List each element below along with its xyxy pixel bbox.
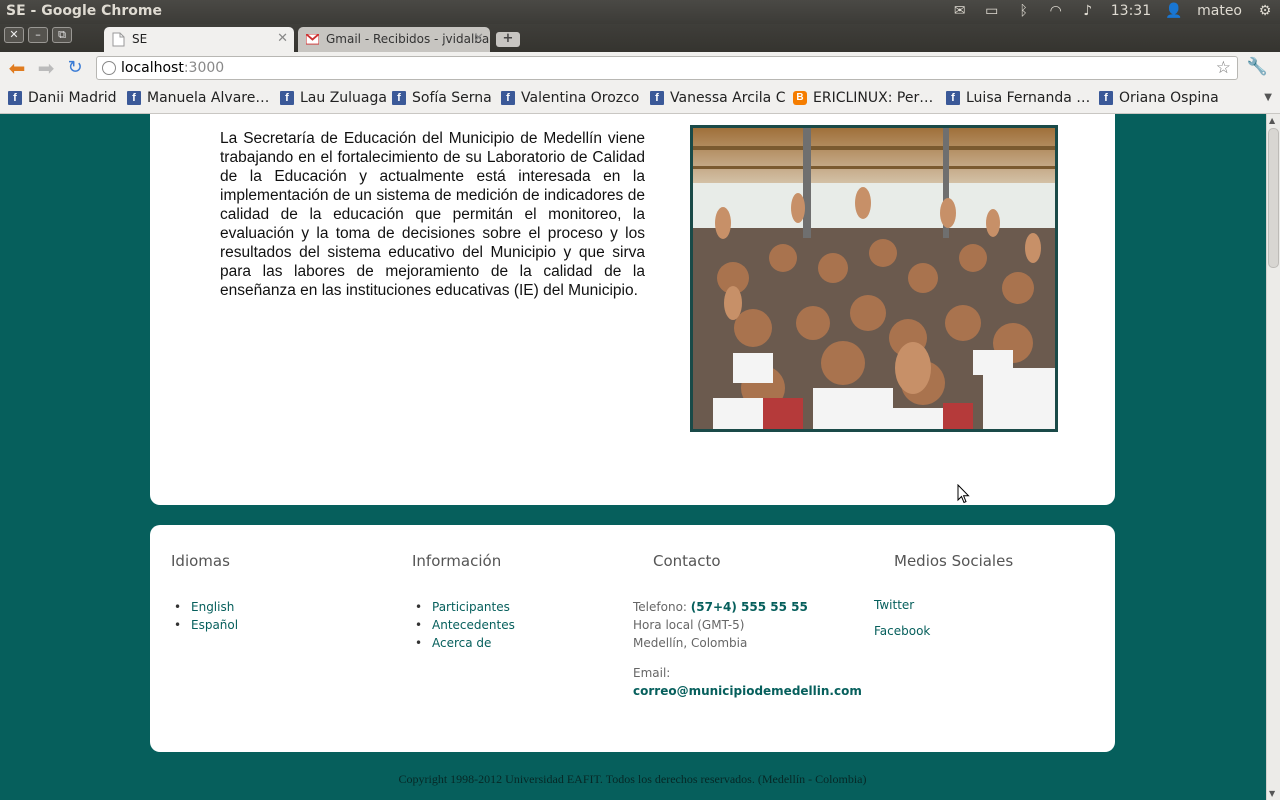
browser-toolbar: ⬅ ➡ ↻ localhost:3000 ☆ 🔧 [0, 52, 1280, 84]
language-list: English Español [171, 598, 238, 634]
tab-label: Gmail - Recibidos - jvidalba [326, 32, 490, 46]
contact-info: Telefono: (57+4) 555 55 55 Hora local (G… [633, 598, 862, 700]
link-english[interactable]: English [191, 600, 234, 614]
volume-icon[interactable]: ♪ [1079, 2, 1097, 20]
battery-icon[interactable]: ▭ [983, 2, 1001, 20]
social-links: Twitter Facebook [874, 598, 1013, 638]
bookmark-item[interactable]: f Lau Zuluaga [280, 90, 387, 106]
footer-column-idiomas: Idiomas English Español [171, 552, 238, 634]
list-item: Español [171, 616, 238, 634]
close-tab-icon[interactable]: ✕ [473, 31, 484, 46]
wifi-icon[interactable]: ◠ [1047, 2, 1065, 20]
facebook-icon: f [127, 91, 141, 105]
email-label: Email: [633, 666, 671, 680]
reload-icon[interactable]: ↻ [64, 57, 86, 79]
link-espanol[interactable]: Español [191, 618, 238, 632]
window-title: SE - Google Chrome [6, 3, 162, 19]
facebook-icon: f [501, 91, 515, 105]
back-arrow-icon[interactable]: ⬅ [6, 57, 28, 79]
copyright-text: Copyright 1998-2012 Universidad EAFIT. T… [398, 772, 867, 786]
phone-label: Telefono: [633, 600, 691, 614]
wrench-menu-icon[interactable]: 🔧 [1247, 57, 1268, 77]
list-item: Participantes [412, 598, 515, 616]
bookmark-item[interactable]: f Luisa Fernanda … [946, 90, 1090, 106]
vertical-scrollbar[interactable]: ▲ ▼ [1266, 114, 1280, 800]
clock[interactable]: 13:31 [1111, 3, 1151, 19]
page-viewport: La Secretaría de Educación del Municipio… [0, 114, 1266, 800]
tab-gmail[interactable]: Gmail - Recibidos - jvidalba ✕ [298, 27, 490, 52]
forward-arrow-icon[interactable]: ➡ [35, 57, 57, 79]
user-name[interactable]: mateo [1197, 3, 1242, 19]
url-host: localhost [121, 60, 184, 76]
tab-strip: ✕ – ⧉ SE ✕ Gmail - Recibidos - jvidalba … [0, 24, 1280, 52]
system-tray: ✉ ▭ ᛒ ◠ ♪ 13:31 👤 mateo ⚙ [951, 2, 1274, 20]
footer-heading-informacion: Información [412, 552, 502, 570]
link-participantes[interactable]: Participantes [432, 600, 510, 614]
page-icon [112, 32, 125, 47]
list-item: Acerca de [412, 634, 515, 652]
bookmark-star-icon[interactable]: ☆ [1216, 58, 1231, 78]
bookmarks-bar: f Danii Madrid f Manuela Alvare… f Lau Zulu… [0, 84, 1280, 114]
address-bar[interactable]: localhost:3000 ☆ [96, 56, 1238, 80]
tab-se[interactable]: SE ✕ [104, 27, 294, 52]
intro-paragraph: La Secretaría de Educación del Municipio… [220, 130, 645, 299]
blogger-icon: B [793, 91, 807, 105]
close-window-button[interactable]: ✕ [4, 27, 24, 43]
scroll-down-icon[interactable]: ▼ [1269, 789, 1275, 798]
bookmark-item[interactable]: f Sofía Serna [392, 90, 492, 106]
email-link[interactable]: correo@municipiodemedellin.com [633, 684, 862, 698]
user-icon: 👤 [1165, 3, 1183, 19]
scroll-thumb[interactable] [1268, 128, 1279, 268]
list-item: Antecedentes [412, 616, 515, 634]
info-list: Participantes Antecedentes Acerca de [412, 598, 515, 652]
bookmark-item[interactable]: f Manuela Alvare… [127, 90, 269, 106]
facebook-icon: f [280, 91, 294, 105]
new-tab-button[interactable]: + [496, 32, 520, 47]
footer-column-social: Medios Sociales Twitter Facebook [874, 552, 1013, 650]
facebook-icon: f [392, 91, 406, 105]
footer-card: Idiomas English Español Información Part… [150, 525, 1115, 752]
link-facebook[interactable]: Facebook [874, 624, 1013, 638]
local-time: Hora local (GMT-5) [633, 618, 745, 632]
bookmark-item[interactable]: f Valentina Orozco [501, 90, 639, 106]
link-twitter[interactable]: Twitter [874, 598, 1013, 612]
facebook-icon: f [946, 91, 960, 105]
list-item: English [171, 598, 238, 616]
footer-column-informacion: Información Participantes Antecedentes A… [412, 552, 515, 652]
phone-number: (57+4) 555 55 55 [690, 600, 808, 614]
facebook-icon: f [1099, 91, 1113, 105]
city: Medellín, Colombia [633, 636, 748, 650]
power-icon[interactable]: ⚙ [1256, 2, 1274, 20]
students-photo-illustration [693, 128, 1055, 429]
scroll-up-icon[interactable]: ▲ [1269, 116, 1275, 125]
chevron-down-icon[interactable]: ▼ [1264, 92, 1272, 103]
close-tab-icon[interactable]: ✕ [277, 31, 288, 46]
tab-label: SE [132, 32, 148, 46]
bookmark-item[interactable]: f Danii Madrid [8, 90, 117, 106]
bluetooth-icon[interactable]: ᛒ [1015, 2, 1033, 20]
restore-window-button[interactable]: ⧉ [52, 27, 72, 43]
gmail-icon [306, 34, 319, 45]
mail-icon[interactable]: ✉ [951, 2, 969, 20]
url-port: :3000 [183, 60, 225, 76]
minimize-window-button[interactable]: – [28, 27, 48, 43]
main-content-card: La Secretaría de Educación del Municipio… [150, 114, 1115, 505]
footer-column-contacto: Contacto Telefono: (57+4) 555 55 55 Hora… [633, 552, 862, 700]
facebook-icon: f [8, 91, 22, 105]
window-controls: ✕ – ⧉ [4, 27, 72, 43]
mouse-cursor-icon [957, 484, 970, 504]
page-info-icon[interactable] [102, 61, 116, 75]
footer-heading-social: Medios Sociales [894, 552, 1014, 570]
bookmark-item[interactable]: f Oriana Ospina [1099, 90, 1219, 106]
facebook-icon: f [650, 91, 664, 105]
link-antecedentes[interactable]: Antecedentes [432, 618, 515, 632]
students-photo [690, 125, 1058, 432]
bookmark-item[interactable]: f Vanessa Arcila C [650, 90, 785, 106]
footer-heading-idiomas: Idiomas [171, 552, 230, 570]
os-top-bar: SE - Google Chrome ✉ ▭ ᛒ ◠ ♪ 13:31 👤 mat… [0, 0, 1280, 24]
link-acerca-de[interactable]: Acerca de [432, 636, 491, 650]
bookmark-item[interactable]: B ERICLINUX: Per… [793, 90, 933, 106]
footer-heading-contacto: Contacto [653, 552, 721, 570]
